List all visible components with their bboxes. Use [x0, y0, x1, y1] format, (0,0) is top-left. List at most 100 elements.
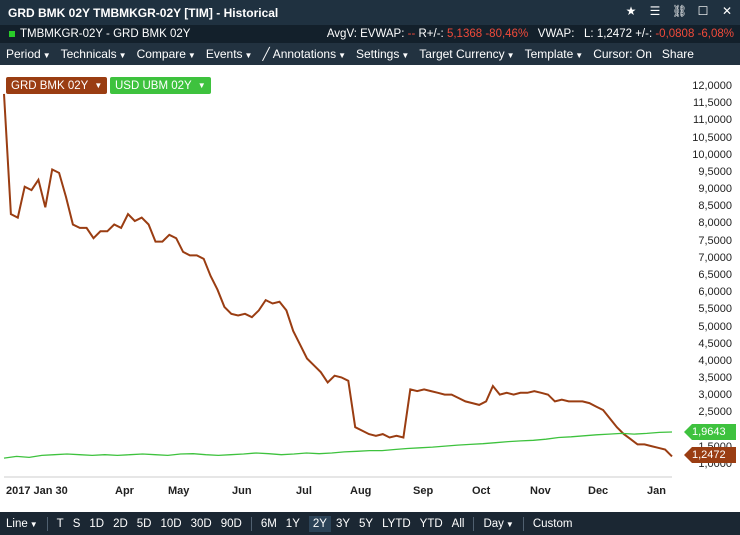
status-dot-icon [9, 31, 15, 37]
last-value: 1,2472 [596, 28, 632, 40]
y-tick-label: 12,0000 [692, 80, 732, 92]
window-controls: ★ ☰ ⛓ ☐ ✕ [624, 4, 734, 18]
x-tick-label: Sep [413, 485, 434, 497]
menu-target-currency[interactable]: Target Currency ▼ [419, 47, 514, 61]
x-tick-label: Jul [296, 485, 312, 497]
evwap-value: -- [407, 28, 416, 40]
period-button-10d[interactable]: 10D [160, 518, 181, 530]
avgv-label: AvgV: [326, 28, 357, 40]
maximize-icon[interactable]: ☐ [696, 4, 710, 18]
y-tick-label: 4,0000 [698, 354, 732, 367]
chart-bottombar: Line ▼ T S 1D 2D 5D 10D 30D 90D 6M 1Y 2Y 3Y 5Y LYTD YT… [0, 512, 740, 535]
caret-down-icon: ▼ [244, 51, 253, 60]
last-label: L: [584, 28, 594, 40]
caret-down-icon: ▼ [94, 81, 103, 90]
caret-down-icon: ▼ [401, 51, 410, 60]
range-button-all[interactable]: All [452, 518, 465, 530]
interval-select[interactable]: Day ▼ [483, 518, 513, 530]
range-button-1y[interactable]: 1Y [286, 518, 300, 530]
last-value-usd: 1,9643 [684, 424, 736, 440]
period-button-1d[interactable]: 1D [89, 518, 104, 530]
legend-series-grd[interactable]: GRD BMK 02Y ▼ [6, 77, 108, 94]
x-tick-label: Apr [115, 485, 134, 497]
y-tick-label: 5,0000 [698, 320, 732, 333]
caret-down-icon: ▼ [197, 81, 206, 90]
y-tick-label: 4,5000 [698, 337, 732, 350]
x-tick-label: 2017 Jan 30 [6, 485, 68, 497]
x-tick-label: May [168, 485, 190, 497]
vwap-label: VWAP: [537, 28, 575, 40]
unlink-icon[interactable]: ⛓ [672, 4, 687, 18]
menu-settings[interactable]: Settings ▼ [356, 47, 409, 61]
chg-pct: -6,08% [697, 28, 734, 40]
menu-template[interactable]: Template ▼ [525, 47, 584, 61]
evwap-label: EVWAP: [360, 28, 405, 40]
y-tick-label: 11,5000 [693, 97, 732, 110]
chart-area[interactable]: GRD BMK 02Y ▼ USD UBM 02Y ▼ 12,0000 11,5000… [0, 65, 740, 512]
range-button-lytd[interactable]: LYTD [382, 518, 411, 530]
series-line-grd [3, 93, 673, 458]
range-button-3y[interactable]: 3Y [336, 518, 350, 530]
chart-type-select[interactable]: Line ▼ [6, 518, 38, 530]
legend-series-usd[interactable]: USD UBM 02Y ▼ [110, 77, 211, 94]
quote-infobar: TMBMKGR-02Y - GRD BMK 02Y AvgV: EVWAP: -… [0, 25, 740, 43]
period-button-s[interactable]: S [73, 518, 81, 530]
x-tick-label: Jan [647, 485, 666, 497]
y-tick-label: 9,0000 [698, 183, 732, 196]
caret-down-icon: ▼ [29, 519, 38, 529]
star-icon[interactable]: ★ [624, 4, 638, 18]
period-button-5d[interactable]: 5D [137, 518, 152, 530]
y-tick-label: 6,0000 [698, 286, 732, 299]
menu-events[interactable]: Events ▼ [206, 47, 253, 61]
caret-down-icon: ▼ [42, 51, 51, 60]
caret-down-icon: ▼ [505, 519, 514, 529]
instrument-name: TMBMKGR-02Y - GRD BMK 02Y [20, 28, 191, 40]
range-button-6m[interactable]: 6M [261, 518, 277, 530]
rchg-value: 5,1368 [446, 28, 483, 40]
period-button-2d[interactable]: 2D [113, 518, 128, 530]
cursor-toggle[interactable]: Cursor: On [593, 47, 652, 61]
close-icon[interactable]: ✕ [720, 4, 734, 18]
menu-period[interactable]: Period ▼ [6, 47, 51, 61]
period-button-30d[interactable]: 30D [191, 518, 212, 530]
y-tick-label: 9,5000 [698, 165, 732, 178]
x-tick-label: Nov [530, 485, 551, 497]
x-tick-label: Dec [588, 485, 609, 497]
menu-annotations[interactable]: ╱ Annotations ▼ [262, 47, 346, 61]
caret-down-icon: ▼ [506, 51, 515, 60]
menu-icon[interactable]: ☰ [648, 4, 662, 18]
period-button-90d[interactable]: 90D [221, 518, 242, 530]
y-tick-label: 7,0000 [698, 251, 732, 264]
y-tick-label: 8,0000 [698, 217, 732, 230]
caret-down-icon: ▼ [187, 51, 196, 60]
caret-down-icon: ▼ [118, 51, 127, 60]
menu-compare[interactable]: Compare ▼ [137, 47, 196, 61]
pencil-icon: ╱ [262, 47, 270, 61]
range-button-ytd[interactable]: YTD [420, 518, 443, 530]
chart-menubar: Period ▼ Technicals ▼ Compare ▼ Events ▼ ╱ An… [0, 43, 740, 65]
share-button[interactable]: Share [662, 47, 694, 61]
series-line-usd [3, 431, 673, 459]
y-tick-label: 3,0000 [698, 389, 732, 402]
menu-technicals[interactable]: Technicals ▼ [61, 47, 127, 61]
y-tick-label: 7,5000 [698, 234, 732, 247]
range-button-5y[interactable]: 5Y [359, 518, 373, 530]
price-chart[interactable] [0, 65, 740, 512]
chg-value: -0,0808 [655, 28, 695, 40]
caret-down-icon: ▼ [575, 51, 584, 60]
window-title: GRD BMK 02Y TMBMKGR-02Y [TIM] - Historic… [8, 5, 279, 20]
quote-stats: AvgV: EVWAP: -- R+/-: 5,1368 -80,46% VWA… [327, 25, 734, 43]
y-tick-label: 10,0000 [692, 148, 732, 161]
range-button-2y[interactable]: 2Y [308, 515, 331, 532]
x-tick-label: Jun [232, 485, 252, 497]
rchg-label: R+/-: [418, 28, 444, 40]
legend-series-grd-label: GRD BMK 02Y [11, 79, 89, 92]
y-tick-label: 6,5000 [698, 269, 732, 281]
window-titlebar: GRD BMK 02Y TMBMKGR-02Y [TIM] - Historic… [0, 0, 740, 25]
y-tick-label: 10,5000 [692, 131, 732, 144]
custom-range-button[interactable]: Custom [533, 518, 573, 530]
y-tick-label: 3,5000 [698, 372, 732, 385]
period-button-t[interactable]: T [57, 518, 64, 530]
rchg-pct: -80,46% [485, 28, 529, 40]
last-value-grd: 1,2472 [684, 447, 736, 463]
